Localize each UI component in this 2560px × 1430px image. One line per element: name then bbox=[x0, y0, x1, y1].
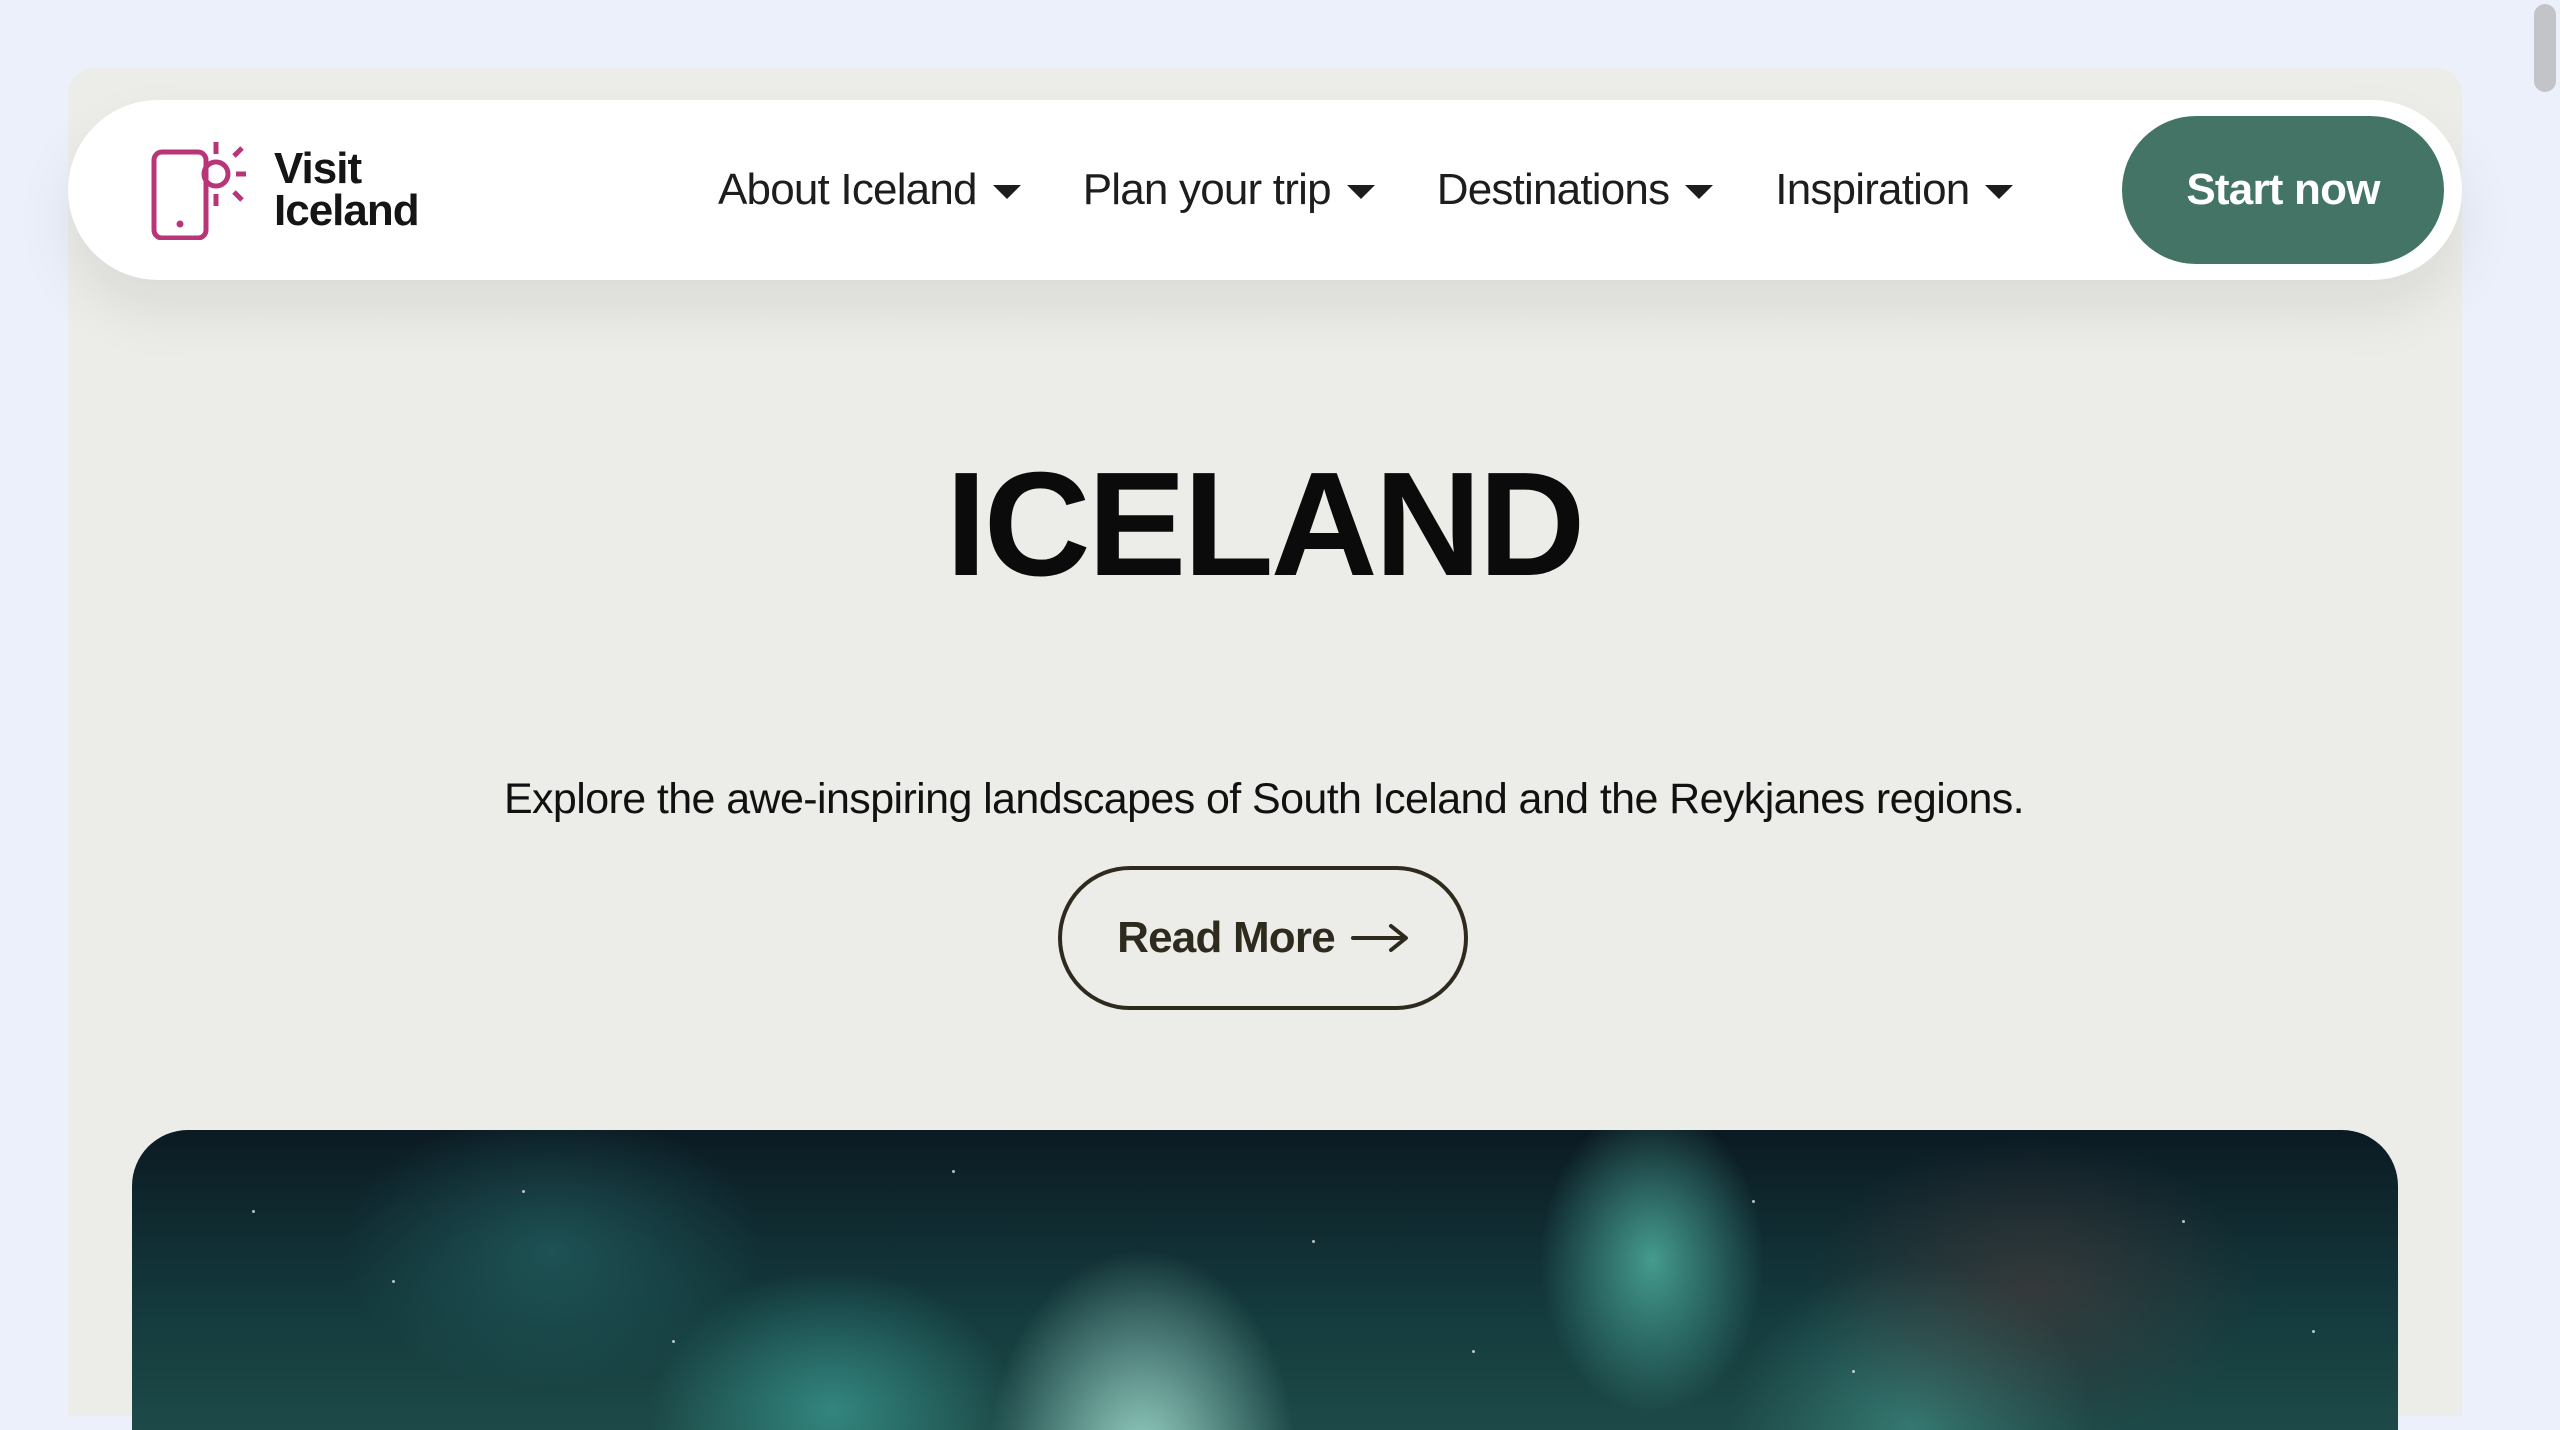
caret-down-icon bbox=[1985, 185, 2014, 199]
main-menu: About Iceland Plan your trip Destination… bbox=[718, 100, 2014, 280]
nav-item-label: About Iceland bbox=[718, 165, 978, 214]
arrow-right-icon bbox=[1350, 924, 1408, 952]
phone-sun-icon bbox=[151, 142, 246, 240]
caret-down-icon bbox=[1685, 185, 1714, 199]
start-now-button[interactable]: Start now bbox=[2122, 116, 2444, 264]
nav-item-plan-your-trip[interactable]: Plan your trip bbox=[1083, 165, 1375, 215]
page-scrollbar[interactable] bbox=[2532, 0, 2560, 1416]
hero-subtitle: Explore the awe-inspiring landscapes of … bbox=[503, 775, 2025, 823]
site-logo[interactable]: Visit Iceland bbox=[150, 140, 420, 240]
read-more-button[interactable]: Read More bbox=[1058, 866, 1468, 1010]
hero-title: ICELAND bbox=[945, 442, 1586, 607]
logo-text: Visit Iceland bbox=[274, 144, 420, 235]
nav-item-label: Destinations bbox=[1436, 165, 1670, 214]
top-navigation-bar: Visit Iceland About Iceland Plan your tr… bbox=[68, 100, 2462, 280]
nav-item-inspiration[interactable]: Inspiration bbox=[1775, 165, 2014, 215]
logo-text-line2: Iceland bbox=[274, 186, 420, 235]
scrollbar-thumb[interactable] bbox=[2534, 4, 2556, 92]
logo-text-line1: Visit bbox=[274, 144, 362, 193]
nav-item-label: Plan your trip bbox=[1082, 165, 1332, 214]
caret-down-icon bbox=[992, 185, 1021, 199]
nav-item-about-iceland[interactable]: About Iceland bbox=[718, 165, 1021, 215]
aurora-hero-image bbox=[132, 1130, 2398, 1430]
nav-item-label: Inspiration bbox=[1775, 165, 1970, 214]
caret-down-icon bbox=[1346, 185, 1375, 199]
nav-item-destinations[interactable]: Destinations bbox=[1437, 165, 1714, 215]
read-more-label: Read More bbox=[1117, 913, 1336, 962]
